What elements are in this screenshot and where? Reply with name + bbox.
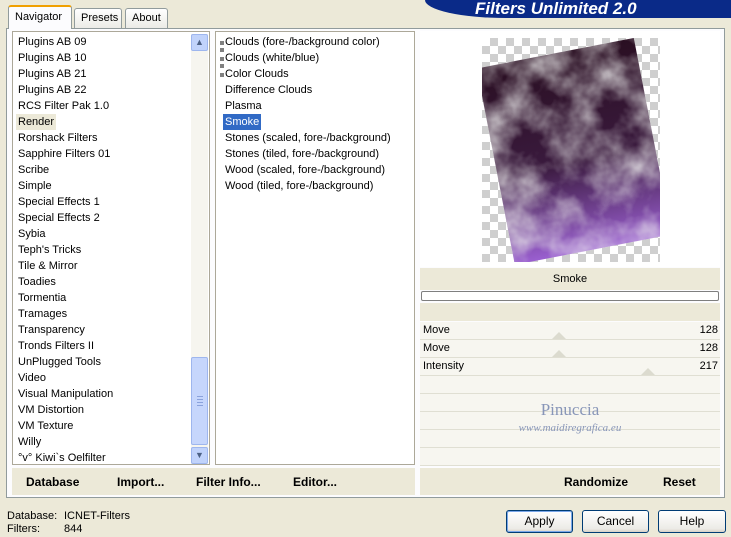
category-item[interactable]: Willy [16, 434, 43, 450]
resize-grip-icon [220, 41, 224, 45]
category-item[interactable]: Toadies [16, 274, 58, 290]
import-button[interactable]: Import... [117, 474, 164, 490]
filters-count-value: 844 [64, 523, 83, 535]
category-item[interactable]: Transparency [16, 322, 87, 338]
watermark-name: Pinuccia [540, 400, 600, 419]
app-title-banner: Filters Unlimited 2.0 [425, 0, 731, 18]
editor-button[interactable]: Editor... [293, 474, 337, 490]
filter-item[interactable]: Clouds (fore-/background color) [223, 34, 382, 50]
tab-about[interactable]: About [125, 8, 168, 28]
category-item[interactable]: Special Effects 2 [16, 210, 102, 226]
empty-parameter-row [420, 448, 720, 466]
parameter-label: Intensity [423, 360, 464, 372]
category-scrollbar[interactable]: ▲ ▼ [191, 34, 208, 464]
category-item[interactable]: Video [16, 370, 48, 386]
resize-grip-icon [220, 57, 224, 61]
category-item[interactable]: Tramages [16, 306, 69, 322]
empty-parameter-row [420, 376, 720, 394]
resize-grip-icon [220, 73, 224, 77]
progress-bar [421, 291, 719, 301]
category-item[interactable]: Plugins AB 21 [16, 66, 89, 82]
category-item[interactable]: Special Effects 1 [16, 194, 102, 210]
scroll-up-icon[interactable]: ▲ [191, 34, 208, 51]
randomize-button[interactable]: Randomize [564, 474, 628, 490]
category-item[interactable]: Rorshack Filters [16, 130, 99, 146]
category-items: Plugins AB 09 Plugins AB 10 Plugins AB 21 P… [12, 34, 190, 464]
filter-item[interactable]: Stones (tiled, fore-/background) [223, 146, 381, 162]
slider-track[interactable] [420, 340, 720, 358]
category-item[interactable]: Sybia [16, 226, 48, 242]
filter-item[interactable]: Smoke [223, 114, 262, 130]
reset-button[interactable]: Reset [663, 474, 696, 490]
preview-panel [420, 31, 720, 267]
category-item[interactable]: Tronds Filters II [16, 338, 96, 354]
category-item[interactable]: °v° Kiwi`s Oelfilter [16, 450, 108, 466]
filter-item[interactable]: Clouds (white/blue) [223, 50, 321, 66]
filter-item[interactable]: Stones (scaled, fore-/background) [223, 130, 393, 146]
category-item[interactable]: Simple [16, 178, 54, 194]
resize-grip-icon [220, 48, 224, 52]
category-item[interactable]: RCS Filter Pak 1.0 [16, 98, 111, 114]
resize-grip-icon [220, 64, 224, 68]
smoke-preview-image [482, 38, 660, 262]
category-item[interactable]: VM Distortion [16, 402, 86, 418]
apply-button[interactable]: Apply [506, 510, 573, 533]
filter-items: Clouds (fore-/background color) Clouds (w… [221, 34, 411, 204]
scroll-down-icon[interactable]: ▼ [191, 447, 208, 464]
help-button[interactable]: Help [658, 510, 726, 533]
parameter-value: 217 [699, 360, 718, 372]
parameter-value: 128 [699, 342, 718, 354]
filter-item[interactable]: Difference Clouds [223, 82, 314, 98]
category-item[interactable]: Teph's Tricks [16, 242, 83, 258]
filter-item[interactable]: Color Clouds [223, 66, 291, 82]
category-item[interactable]: Plugins AB 22 [16, 82, 89, 98]
watermark-url: www.maidiregrafica.eu [518, 422, 622, 434]
filter-item[interactable]: Wood (scaled, fore-/background) [223, 162, 387, 178]
category-item[interactable]: Plugins AB 09 [16, 34, 89, 50]
parameter-label: Move Vertical [423, 342, 459, 371]
category-item[interactable]: Visual Manipulation [16, 386, 115, 402]
database-status-value: ICNET-Filters [64, 510, 130, 522]
tab-navigator[interactable]: Navigator [8, 5, 72, 29]
category-item[interactable]: Plugins AB 10 [16, 50, 89, 66]
database-status-label: Database: [7, 510, 58, 522]
slider-thumb-icon[interactable] [551, 350, 566, 357]
category-item[interactable]: UnPlugged Tools [16, 354, 103, 370]
database-button[interactable]: Database [26, 474, 79, 490]
category-item[interactable]: Render [16, 114, 57, 130]
filter-item[interactable]: Wood (tiled, fore-/background) [223, 178, 375, 194]
parameter-value: 128 [699, 324, 718, 336]
filters-count-label: Filters: [7, 523, 40, 535]
scrollbar-thumb[interactable] [191, 357, 208, 445]
filter-info-button[interactable]: Filter Info... [196, 474, 261, 490]
filter-item[interactable]: Plasma [223, 98, 264, 114]
cancel-button[interactable]: Cancel [582, 510, 649, 533]
parameter-header [420, 303, 720, 321]
preview-filter-name: Smoke [420, 268, 720, 290]
slider-thumb-icon[interactable] [551, 332, 566, 339]
category-item[interactable]: Scribe [16, 162, 51, 178]
category-item[interactable]: Tormentia [16, 290, 68, 306]
category-item[interactable]: Tile & Mirror [16, 258, 79, 274]
slider-track[interactable] [420, 358, 720, 376]
tab-presets[interactable]: Presets [74, 8, 122, 28]
slider-thumb-icon[interactable] [640, 368, 655, 375]
parameter-label: Move Horizontal [423, 324, 473, 353]
category-item[interactable]: Sapphire Filters 01 [16, 146, 112, 162]
category-item[interactable]: VM Texture [16, 418, 75, 434]
